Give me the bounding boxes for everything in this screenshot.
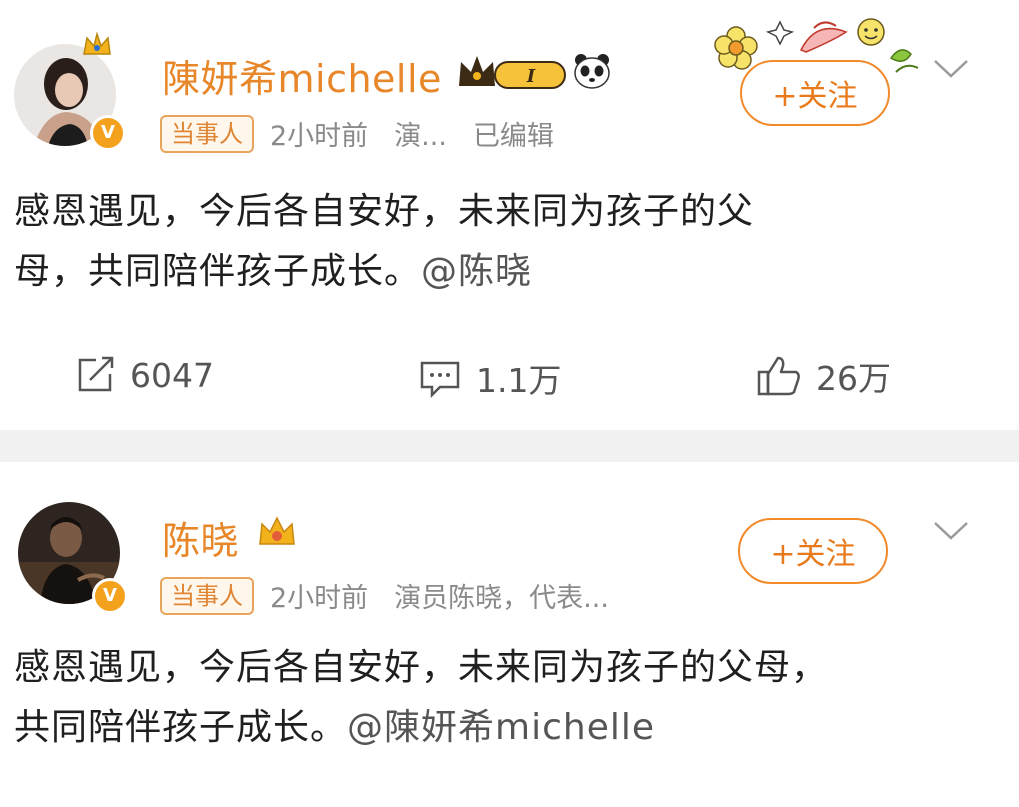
content-line-1: 感恩遇见，今后各自安好，未来同为孩子的父 [14,191,755,232]
follow-button[interactable]: +关注 [738,518,888,584]
repost-count: 6047 [130,355,214,395]
crown-icon [259,516,295,545]
panda-icon [574,54,610,89]
comment-button[interactable]: 1.1万 [418,354,561,402]
comment-count: 1.1万 [476,361,562,400]
post-divider [0,430,1019,462]
like-button[interactable]: 26万 [756,352,891,400]
party-tag: 当事人 [160,576,254,615]
post-time: 2小时前 [270,121,369,152]
chevron-down-icon[interactable] [932,520,970,542]
content-line-2: 母，共同陪伴孩子成长。 [14,251,422,292]
post-source: 演员陈晓，代表... [394,583,609,614]
follow-button[interactable]: +关注 [740,60,890,126]
like-icon [757,356,800,396]
level-text: I [526,66,536,87]
crown-icon [83,31,111,55]
action-bar: 6047 1.1万 26万 [0,348,1019,408]
repost-button[interactable]: 6047 [74,354,214,396]
edited-label[interactable]: 已编辑 [473,114,554,153]
mention-link[interactable]: @陳妍希michelle [347,707,655,748]
like-count: 26万 [816,359,891,398]
chevron-down-icon[interactable] [932,58,970,80]
weibo-post-2: V 陈晓 当事人 2小时前 演员陈晓，代表... +关注 感恩遇见，今后各自安好… [0,462,1019,807]
post-content: 感恩遇见，今后各自安好，未来同为孩子的父母， 共同陪伴孩子成长。@陳妍希mich… [14,638,828,758]
author-name[interactable]: 陈晓 [162,510,239,565]
verified-icon: V [90,115,126,151]
post-meta: 当事人 2小时前 演员陈晓，代表... [160,576,609,615]
post-meta: 当事人 2小时前 演... 已编辑 [160,114,554,153]
post-source: 演... [394,121,447,152]
repost-icon [78,356,114,392]
post-content: 感恩遇见，今后各自安好，未来同为孩子的父 母，共同陪伴孩子成长。@陈晓 [14,182,754,302]
weibo-post-1: V 陳妍希michelle I 当事人 2小时前 演... 已编辑 +关注 感恩… [0,0,1019,430]
comment-icon [420,361,460,399]
content-line-2: 共同陪伴孩子成长。 [14,707,348,748]
author-name[interactable]: 陳妍希michelle [162,48,442,103]
verified-icon: V [92,578,128,614]
member-level-badge[interactable]: I [455,50,567,94]
party-tag: 当事人 [160,114,254,153]
content-line-1: 感恩遇见，今后各自安好，未来同为孩子的父母， [14,647,829,688]
post-time: 2小时前 [270,583,369,614]
mention-link[interactable]: @陈晓 [421,251,532,292]
